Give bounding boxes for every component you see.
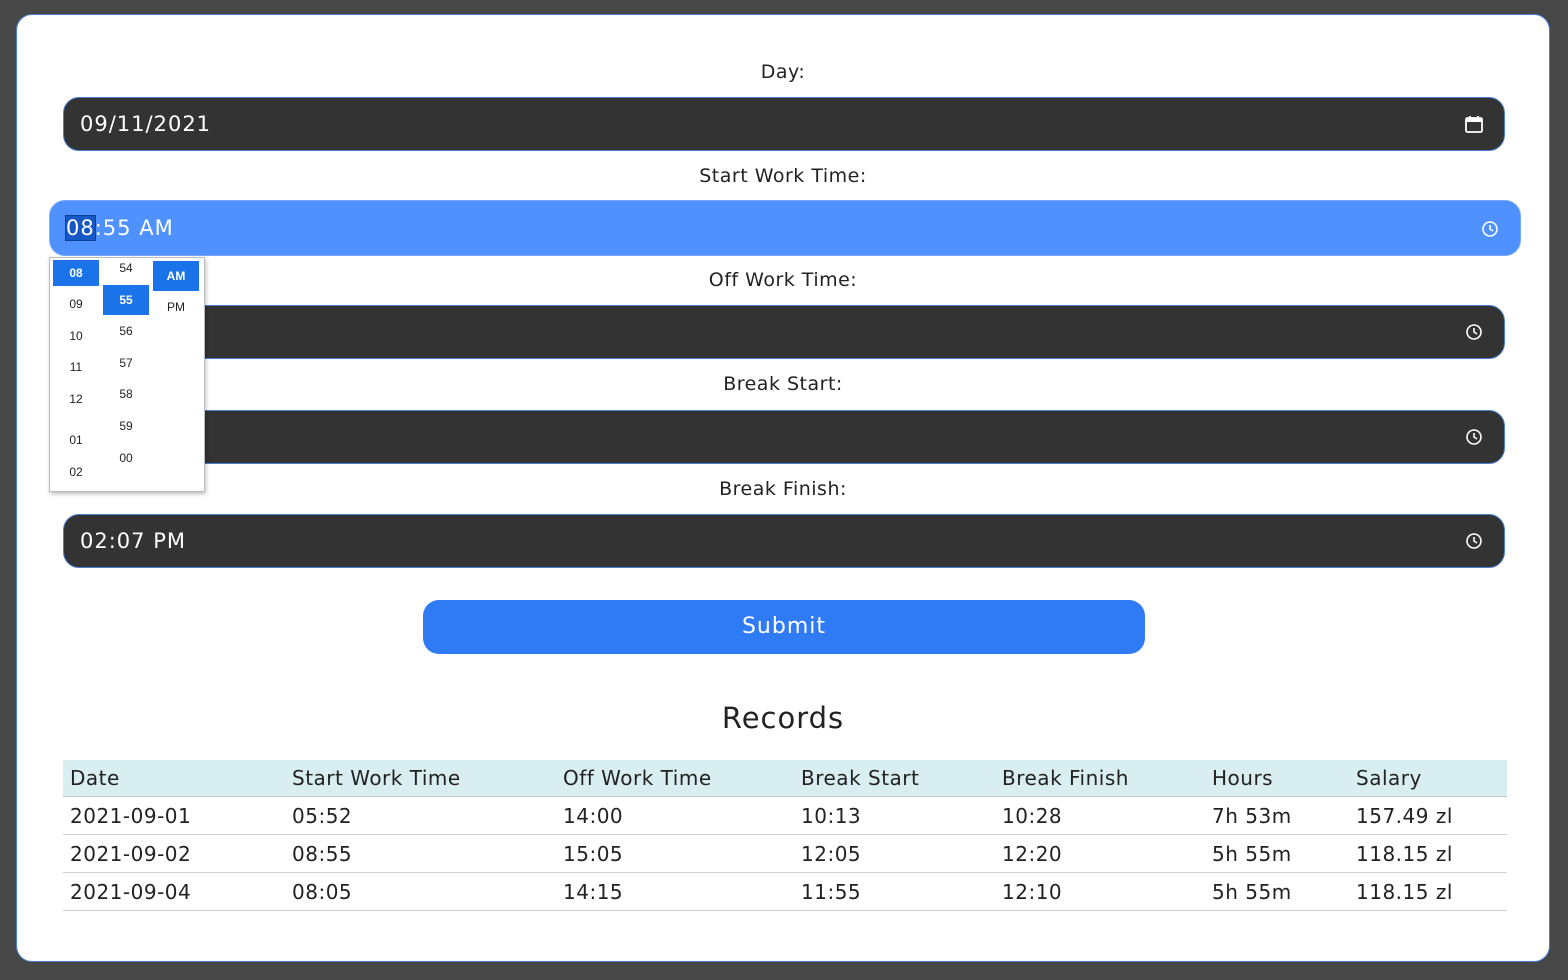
- cell-hours: 7h 53m: [1205, 796, 1349, 835]
- records-title: Records: [721, 701, 845, 735]
- hour-option[interactable]: 02: [53, 459, 99, 485]
- cell-break-finish: 12:10: [995, 872, 1205, 911]
- minute-option[interactable]: 00: [103, 445, 149, 471]
- break-start-input[interactable]: [63, 410, 1505, 464]
- cell-date: 2021-09-02: [63, 834, 285, 873]
- start-work-time-label: Start Work Time:: [699, 165, 867, 187]
- table-row: 2021-09-01 05:52 14:00 10:13 10:28 7h 53…: [63, 796, 1507, 835]
- column-header-off-work-time: Off Work Time: [556, 760, 794, 797]
- minute-option[interactable]: 55: [103, 285, 149, 315]
- cell-date: 2021-09-04: [63, 872, 285, 911]
- off-work-time-label: Off Work Time:: [708, 269, 858, 291]
- cell-date: 2021-09-01: [63, 796, 285, 835]
- start-time-rest[interactable]: :55 AM: [95, 216, 174, 240]
- day-date-input[interactable]: 09/11/2021: [63, 97, 1505, 151]
- column-header-hours: Hours: [1205, 760, 1349, 797]
- column-header-break-finish: Break Finish: [995, 760, 1205, 797]
- hour-option[interactable]: 01: [53, 427, 99, 453]
- column-header-start-work-time: Start Work Time: [285, 760, 556, 797]
- break-finish-input[interactable]: 02:07 PM: [63, 514, 1505, 568]
- form-card: Day: 09/11/2021 Start Work Time: 08:55 A…: [16, 14, 1550, 962]
- day-value: 09/11/2021: [80, 112, 212, 136]
- cell-hours: 5h 55m: [1205, 872, 1349, 911]
- cell-off-work-time: 14:15: [556, 872, 794, 911]
- day-label: Day:: [760, 61, 806, 83]
- cell-break-finish: 12:20: [995, 834, 1205, 873]
- cell-break-start: 10:13: [794, 796, 995, 835]
- cell-off-work-time: 15:05: [556, 834, 794, 873]
- calendar-icon[interactable]: [1464, 114, 1484, 134]
- start-hour-segment[interactable]: 08: [65, 215, 96, 241]
- table-header-row: Date Start Work Time Off Work Time Break…: [63, 760, 1507, 797]
- cell-break-start: 12:05: [794, 834, 995, 873]
- cell-hours: 5h 55m: [1205, 834, 1349, 873]
- cell-start-work-time: 08:05: [285, 872, 556, 911]
- period-option[interactable]: PM: [153, 294, 199, 320]
- cell-off-work-time: 14:00: [556, 796, 794, 835]
- minute-option[interactable]: 56: [103, 318, 149, 344]
- submit-button[interactable]: Submit: [423, 600, 1145, 654]
- hour-option[interactable]: 11: [53, 354, 99, 380]
- clock-icon[interactable]: [1464, 427, 1484, 447]
- cell-salary: 157.49 zl: [1349, 796, 1507, 835]
- hour-option[interactable]: 08: [53, 260, 99, 286]
- cell-start-work-time: 08:55: [285, 834, 556, 873]
- hour-option[interactable]: 12: [53, 386, 99, 412]
- column-header-break-start: Break Start: [794, 760, 995, 797]
- break-finish-value: 02:07 PM: [80, 529, 186, 553]
- records-table: Date Start Work Time Off Work Time Break…: [63, 760, 1507, 911]
- start-work-time-input[interactable]: 08:55 AM: [49, 200, 1521, 256]
- cell-start-work-time: 05:52: [285, 796, 556, 835]
- column-header-salary: Salary: [1349, 760, 1507, 797]
- table-row: 2021-09-04 08:05 14:15 11:55 12:10 5h 55…: [63, 872, 1507, 911]
- clock-icon[interactable]: [1480, 219, 1500, 239]
- table-row: 2021-09-02 08:55 15:05 12:05 12:20 5h 55…: [63, 834, 1507, 873]
- cell-salary: 118.15 zl: [1349, 834, 1507, 873]
- minute-option[interactable]: 54: [103, 255, 149, 281]
- minute-option[interactable]: 57: [103, 350, 149, 376]
- period-option[interactable]: AM: [153, 261, 199, 291]
- cell-break-start: 11:55: [794, 872, 995, 911]
- column-header-date: Date: [63, 760, 285, 797]
- clock-icon[interactable]: [1464, 322, 1484, 342]
- minute-option[interactable]: 58: [103, 381, 149, 407]
- cell-salary: 118.15 zl: [1349, 872, 1507, 911]
- hour-option[interactable]: 10: [53, 323, 99, 349]
- clock-icon[interactable]: [1464, 531, 1484, 551]
- minute-option[interactable]: 59: [103, 413, 149, 439]
- break-start-label: Break Start:: [723, 373, 843, 395]
- cell-break-finish: 10:28: [995, 796, 1205, 835]
- off-work-time-input[interactable]: [63, 305, 1505, 359]
- break-finish-label: Break Finish:: [719, 478, 847, 500]
- start-time-value: 08:55 AM: [65, 215, 174, 241]
- time-picker-dropdown: 08 09 10 11 12 01 02 54 55 56 57 58 59 0…: [49, 257, 205, 492]
- hour-option[interactable]: 09: [53, 291, 99, 317]
